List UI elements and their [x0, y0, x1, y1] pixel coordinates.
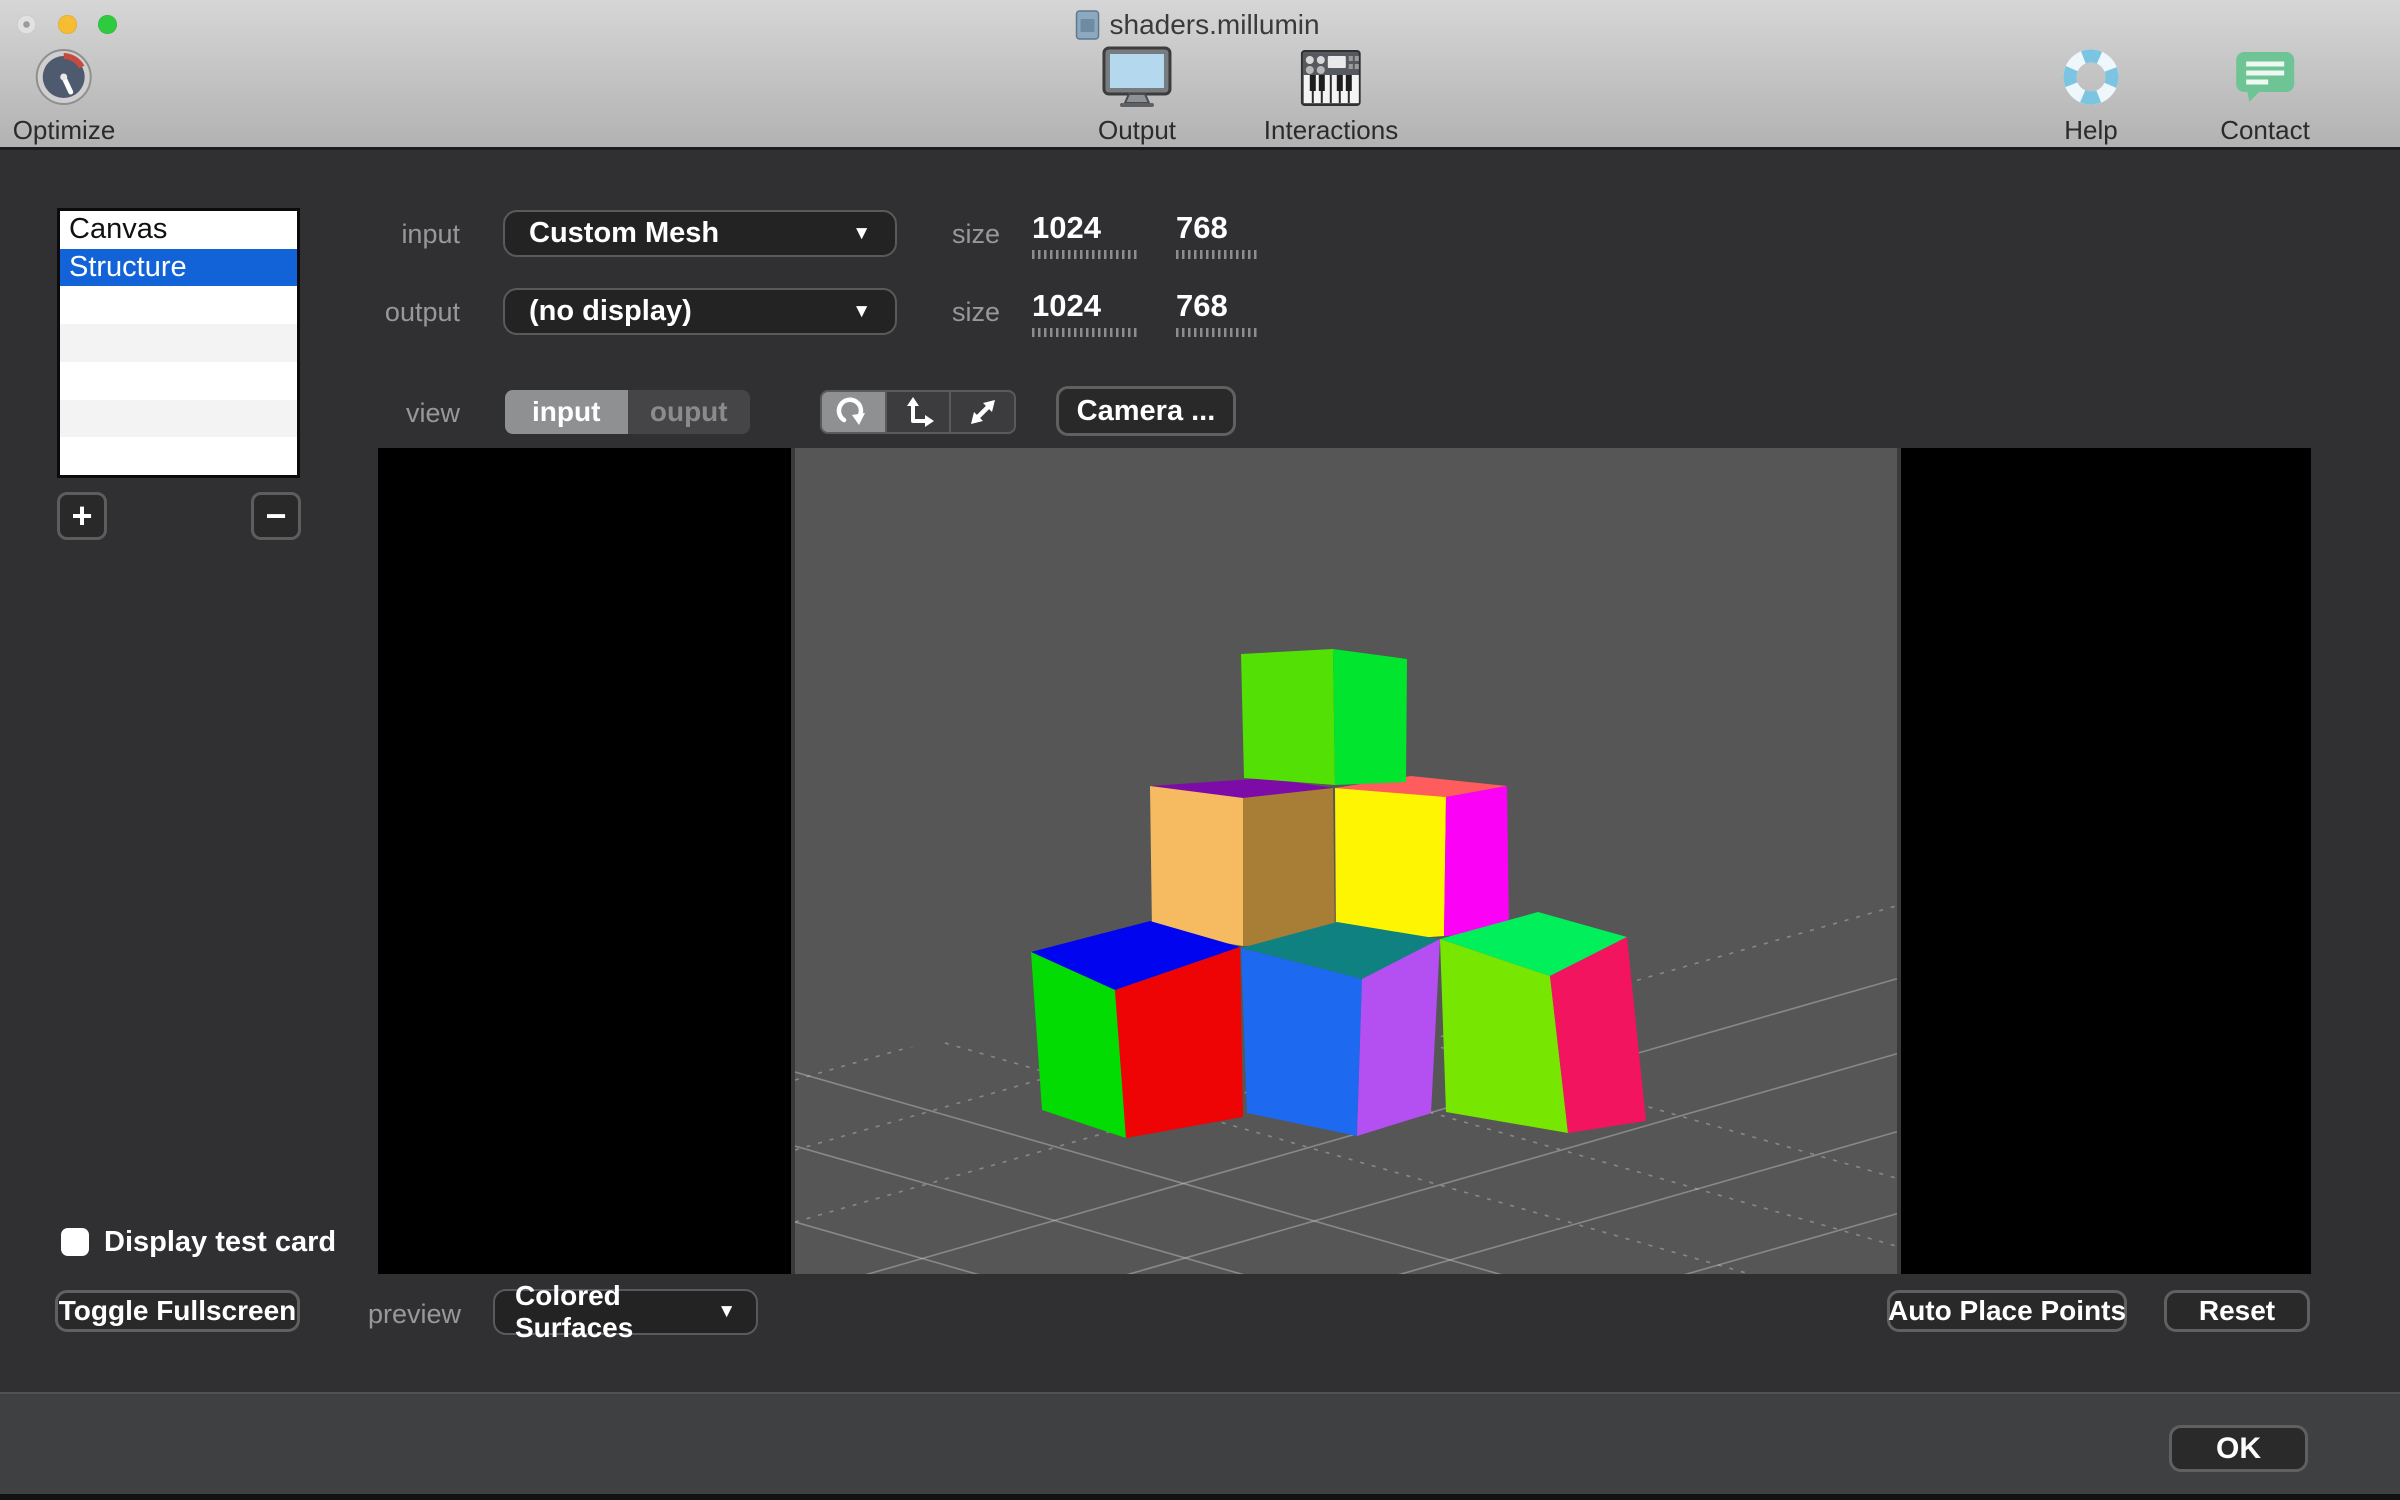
output-label: output [384, 297, 460, 327]
layer-list-item[interactable]: Canvas [60, 211, 297, 249]
toolbar-label-output: Output [1097, 115, 1177, 145]
rotate-arrow-icon [837, 397, 866, 425]
toolbar-item-help[interactable]: Help [2061, 44, 2121, 146]
preview-mode-value: Colored Surfaces [515, 1280, 634, 1343]
view-mode-segmented-control: input ouput [505, 390, 750, 434]
zoom-button[interactable] [98, 15, 117, 34]
middle-left-cube-right-face [1243, 788, 1335, 946]
layer-list-item[interactable]: Structure [60, 248, 297, 287]
toolbar-label-interactions: Interactions [1263, 115, 1399, 145]
layer-list-empty-row[interactable] [60, 324, 297, 362]
input-label: input [401, 219, 460, 249]
input-size-width-value: 1024 [1032, 210, 1101, 245]
layer-list-empty-row[interactable] [60, 399, 297, 438]
midi-keyboard-icon [1301, 44, 1361, 110]
preview-mode-dropdown[interactable]: Colored Surfaces ▼ [493, 1280, 758, 1343]
output-size-height-value: 768 [1176, 288, 1228, 323]
chevron-down-icon: ▼ [852, 300, 871, 322]
translate-arrows-icon [907, 397, 934, 427]
output-size-height-field[interactable]: 768 [1176, 288, 1260, 337]
translate-tool-button[interactable] [887, 392, 952, 432]
transform-tool-segmented-control [820, 390, 1016, 434]
toolbar-item-interactions[interactable]: Interactions [1264, 44, 1398, 146]
reset-button[interactable]: Reset [2164, 1290, 2310, 1332]
bottom-middle-cube-left-face [1241, 948, 1362, 1136]
toolbar-item-contact[interactable]: Contact [2220, 44, 2310, 146]
scale-tool-button[interactable] [951, 392, 1014, 432]
close-button[interactable] [17, 15, 36, 34]
layer-list: Canvas Structure [57, 208, 300, 478]
gauge-icon [35, 44, 93, 110]
input-size-label: size [952, 219, 1001, 249]
output-size-label: size [952, 297, 1001, 327]
preview-area [378, 448, 2311, 1274]
toggle-fullscreen-button[interactable]: Toggle Fullscreen [55, 1290, 300, 1332]
layer-list-empty-row[interactable] [60, 437, 297, 475]
layer-list-empty-row[interactable] [60, 286, 297, 324]
grid-line [795, 1145, 1897, 1274]
speech-bubble-icon [2235, 44, 2295, 110]
remove-layer-button[interactable]: − [251, 492, 301, 540]
toolbar-item-optimize[interactable]: Optimize [12, 44, 116, 146]
toolbar-label-contact: Contact [2220, 115, 2310, 145]
drag-ticks [1032, 250, 1138, 259]
footer-bar: OK [0, 1392, 2400, 1494]
display-test-card-checkbox[interactable] [61, 1228, 89, 1256]
monitor-icon [1102, 44, 1172, 110]
middle-left-cube-left-face [1150, 786, 1243, 946]
millumin-output-window: shaders.millumin Optimize Output Interac… [0, 0, 2400, 1500]
titlebar: shaders.millumin [1075, 9, 1320, 41]
add-layer-button[interactable]: + [57, 492, 107, 540]
viewport-right-edge [1897, 448, 1901, 1274]
display-test-card-label: Display test card [104, 1226, 337, 1258]
viewport-left-edge [791, 448, 795, 1274]
3d-viewport[interactable] [795, 448, 1897, 1274]
toolbar: shaders.millumin Optimize Output Interac… [0, 0, 2400, 150]
view-mode-ouput-option[interactable]: ouput [628, 390, 751, 434]
chevron-down-icon: ▼ [717, 1301, 736, 1322]
window-bottom-edge [0, 1494, 2400, 1500]
toolbar-item-output[interactable]: Output [1098, 44, 1176, 146]
drag-ticks [1176, 250, 1260, 259]
output-display-dropdown[interactable]: (no display) ▼ [503, 288, 897, 335]
auto-place-points-button[interactable]: Auto Place Points [1887, 1290, 2127, 1332]
toolbar-label-help: Help [2064, 115, 2118, 145]
grid-line [795, 1212, 1897, 1274]
grid-line [795, 1130, 1897, 1274]
preview-label: preview [367, 1299, 461, 1329]
drag-ticks [1176, 328, 1260, 337]
output-display-value: (no display) [529, 295, 692, 327]
view-mode-input-option[interactable]: input [505, 390, 628, 434]
output-size-width-value: 1024 [1032, 288, 1101, 323]
output-size-width-field[interactable]: 1024 [1032, 288, 1138, 337]
input-size-height-field[interactable]: 768 [1176, 210, 1260, 259]
middle-right-cube-right-face [1444, 786, 1509, 936]
ok-button[interactable]: OK [2169, 1425, 2308, 1472]
top-cube-right-face [1333, 649, 1407, 785]
lifebuoy-icon [2061, 44, 2121, 110]
preview-scene [795, 649, 1897, 1274]
window-title: shaders.millumin [1109, 9, 1320, 40]
input-source-dropdown[interactable]: Custom Mesh ▼ [503, 210, 897, 257]
input-source-value: Custom Mesh [529, 217, 720, 249]
view-label: view [405, 398, 460, 428]
toolbar-label-optimize: Optimize [12, 115, 116, 145]
input-size-height-value: 768 [1176, 210, 1228, 245]
chevron-down-icon: ▼ [852, 222, 871, 244]
drag-ticks [1032, 328, 1138, 337]
input-size-width-field[interactable]: 1024 [1032, 210, 1138, 259]
layer-list-empty-row[interactable] [60, 362, 297, 400]
rotate-tool-button[interactable] [822, 392, 887, 432]
scale-arrow-icon [970, 400, 995, 424]
top-cube-left-face [1241, 649, 1335, 785]
minimize-button[interactable] [58, 15, 77, 34]
camera-button[interactable]: Camera ... [1056, 386, 1236, 436]
middle-right-cube-left-face [1335, 788, 1446, 944]
document-icon [1075, 10, 1100, 40]
